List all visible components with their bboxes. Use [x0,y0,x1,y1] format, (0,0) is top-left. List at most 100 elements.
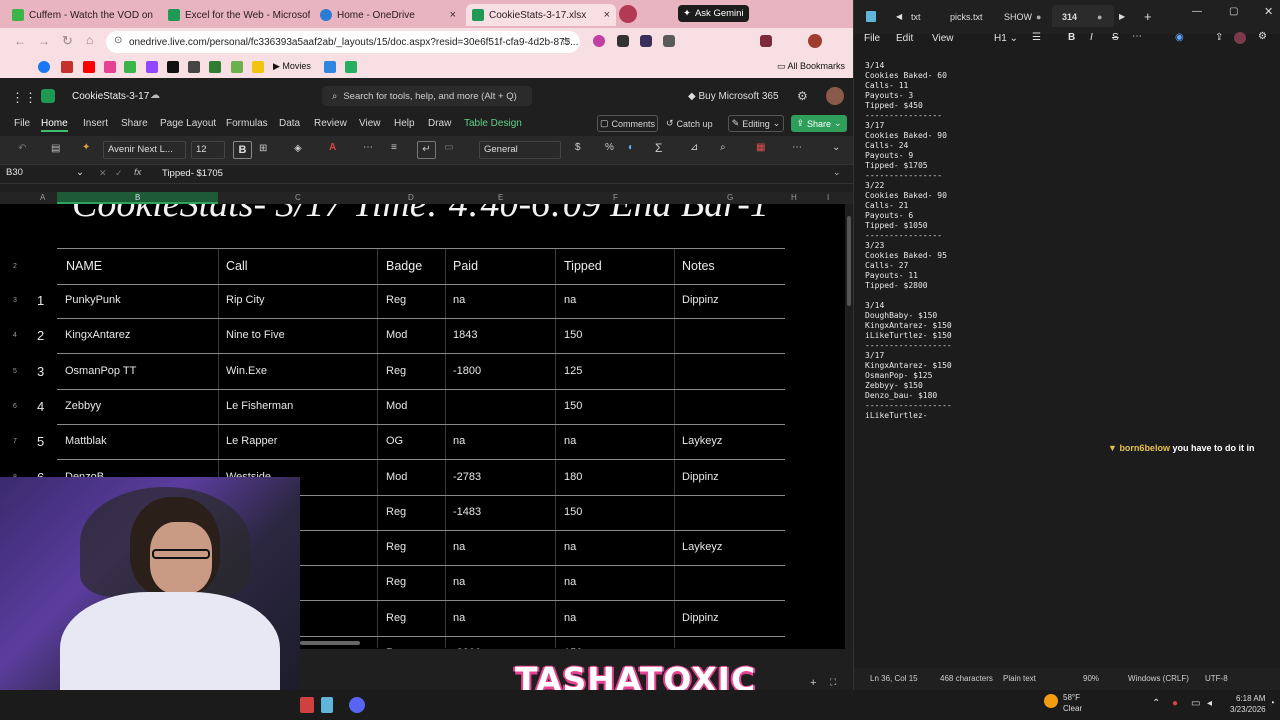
chevron-right-icon[interactable]: ▶ [1119,12,1125,21]
chevron-down-icon[interactable]: ⌄ [832,142,840,153]
align-icon[interactable]: ≡ [391,142,397,153]
menu-edit[interactable]: Edit [896,33,913,44]
cell-tipped[interactable]: 180 [564,471,582,483]
tab-data[interactable]: Data [279,118,300,129]
font-color-icon[interactable]: A [329,142,336,153]
header-badge[interactable]: Badge [386,259,422,273]
cell-call[interactable]: Win.Exe [226,365,267,377]
cell-tipped[interactable]: na [564,541,576,553]
bold-icon[interactable]: B [1068,32,1075,43]
column-header-e[interactable]: E [498,193,503,202]
bookmark-icon[interactable] [61,61,73,73]
paste-icon[interactable]: ▤ [51,143,60,154]
row-index-cell[interactable]: 3 [37,364,44,379]
cell-badge[interactable]: Mod [386,400,407,412]
file-name[interactable]: CookieStats-3-17 [72,91,149,102]
bookmark-icon[interactable] [209,61,221,73]
clock-time[interactable]: 6:18 AM [1236,694,1265,703]
discord-icon[interactable] [349,697,365,713]
cell-tipped[interactable]: na [564,576,576,588]
cell-name[interactable]: PunkyPunk [65,294,121,306]
cell-paid[interactable]: -1483 [453,506,481,518]
cell-tipped[interactable]: 150 [564,329,582,341]
tab-view[interactable]: View [359,118,381,129]
cell-paid[interactable]: -1800 [453,365,481,377]
account-avatar[interactable] [1234,32,1246,44]
url-field[interactable]: ⊙ onedrive.live.com/personal/fc336393a5a… [106,31,580,53]
conditional-format-icon[interactable]: ◐ [628,142,634,153]
header-paid[interactable]: Paid [453,259,478,273]
zoom-level[interactable]: 90% [1083,674,1099,683]
cell-name[interactable]: Zebbyy [65,400,101,412]
number-format-dropdown[interactable]: General [479,141,561,159]
strikethrough-icon[interactable]: S [1112,32,1119,43]
tab-draw[interactable]: Draw [428,118,451,129]
column-header-i[interactable]: I [827,193,829,202]
table-icon[interactable]: ▦ [756,142,765,153]
close-icon[interactable]: ✕ [1264,5,1273,18]
menu-file[interactable]: File [864,33,880,44]
clock-date[interactable]: 3/23/2026 [1230,705,1266,714]
scrollbar-thumb[interactable] [847,216,851,306]
more-icon[interactable]: ⋯ [363,142,373,153]
cell-badge[interactable]: OG [386,435,403,447]
tab-home[interactable]: Home [41,118,68,132]
font-size-dropdown[interactable]: 12 [191,141,225,159]
tab-formulas[interactable]: Formulas [226,118,268,129]
add-sheet-icon[interactable]: + [810,677,816,689]
fullscreen-icon[interactable]: ⛶ [830,677,836,688]
cell-badge[interactable]: Reg [386,506,406,518]
cell-notes[interactable]: Laykeyz [682,435,722,447]
sort-filter-icon[interactable]: ⊿ [690,142,698,153]
weather-temp[interactable]: 58°F [1063,693,1080,702]
new-tab-button[interactable] [619,5,637,23]
cell-tipped[interactable]: 125 [564,365,582,377]
horizontal-scrollbar[interactable] [300,641,360,645]
x-icon[interactable] [167,61,179,73]
ask-gemini-button[interactable]: ✦ Ask Gemini [678,5,749,22]
row-index-cell[interactable]: 5 [37,434,44,449]
bookmark-icon[interactable] [188,61,200,73]
row-number[interactable]: 5 [0,368,30,375]
extension-icon[interactable] [640,35,652,47]
row-index-cell[interactable]: 4 [37,399,44,414]
bookmark-icon[interactable] [324,61,336,73]
header-notes[interactable]: Notes [682,259,715,273]
cell-paid[interactable]: na [453,612,465,624]
function-icon[interactable]: fx [134,167,141,178]
cell-paid[interactable]: na [453,576,465,588]
cell-name[interactable]: Mattblak [65,435,107,447]
tab-table-design[interactable]: Table Design [464,118,522,129]
cell-tipped[interactable]: 150 [564,506,582,518]
site-info-icon[interactable]: ⊙ [114,35,122,46]
browser-tab-excel-web[interactable]: Excel for the Web - Microsoft × [162,4,310,26]
cell-badge[interactable]: Reg [386,294,406,306]
column-header-g[interactable]: G [727,193,733,202]
browser-tab-onedrive[interactable]: Home - OneDrive × [314,4,462,26]
sheet-title[interactable]: CookieStats- 3/17 Time: 4:40-6:09 End Ba… [72,204,769,226]
profile-avatar[interactable] [808,34,822,48]
wrap-text-button[interactable]: ↵ [417,141,436,159]
more-options-icon[interactable]: ⋯ [792,142,802,153]
share-icon[interactable]: ⇪ [1215,32,1223,43]
cell-paid[interactable]: 1843 [453,329,477,341]
bookmark-icon[interactable] [231,61,243,73]
borders-icon[interactable]: ⊞ [259,143,267,154]
twitch-icon[interactable] [146,61,158,73]
list-icon[interactable]: ☰ [1032,32,1041,43]
cell-call[interactable]: Le Fisherman [226,400,293,412]
menu-view[interactable]: View [932,33,954,44]
header-name[interactable]: NAME [66,259,102,273]
notepad-text-area[interactable]: 3/14 Cookies Baked- 60 Calls- 11 Payouts… [865,61,1105,421]
header-call[interactable]: Call [226,259,248,273]
cell-paid[interactable]: na [453,541,465,553]
facebook-icon[interactable] [38,61,50,73]
movies-bookmark[interactable]: ▶ Movies [273,61,311,72]
cell-tipped[interactable]: na [564,294,576,306]
currency-icon[interactable]: $ [575,142,581,153]
catch-up-button[interactable]: ↺ Catch up [666,115,721,132]
notepad-tab-show[interactable]: SHOW [1004,12,1032,22]
kick-icon[interactable] [124,61,136,73]
close-icon[interactable]: × [604,9,610,21]
undo-icon[interactable]: ↶ [18,143,26,154]
